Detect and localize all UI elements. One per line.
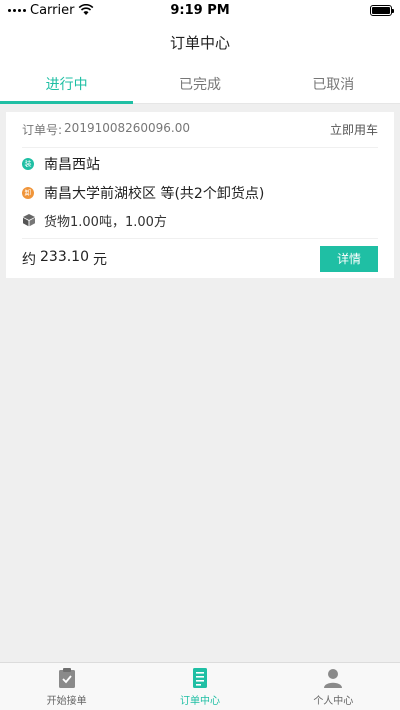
load-address-row: 装 南昌西站 [22, 150, 378, 178]
order-number-value: 20191008260096.00 [64, 121, 191, 135]
bottom-tab-personal-center[interactable]: 个人中心 [267, 663, 400, 710]
detail-button[interactable]: 详情 [320, 245, 378, 272]
order-tabs: 进行中 已完成 已取消 [0, 64, 400, 104]
order-number-label: 订单号: [22, 123, 63, 137]
load-badge-icon: 装 [22, 158, 34, 170]
list-document-icon [192, 667, 207, 688]
bottom-tab-label: 订单中心 [179, 695, 220, 707]
wifi-icon [79, 4, 94, 15]
status-time: 9:19 PM [170, 2, 230, 18]
price-prefix: 约 [22, 251, 36, 268]
goods-row: 货物1.00吨，1.00方 [22, 208, 378, 232]
bottom-tab-start-orders[interactable]: 开始接单 [0, 663, 133, 710]
order-card-header: 订单号: 20191008260096.00 立即用车 [22, 112, 378, 148]
person-icon [324, 668, 343, 688]
price-unit: 元 [93, 251, 107, 268]
carrier-label: Carrier [30, 2, 75, 18]
tab-in-progress[interactable]: 进行中 [0, 64, 134, 104]
bottom-tab-label: 个人中心 [313, 695, 354, 707]
order-card-footer: 约 233.10 元 详情 [22, 238, 378, 278]
bottom-tab-bar: 开始接单 订单中心 个人中心 [0, 662, 400, 710]
bottom-tab-order-center[interactable]: 订单中心 [133, 663, 266, 710]
tab-cancelled[interactable]: 已取消 [267, 64, 400, 103]
tab-completed[interactable]: 已完成 [133, 64, 266, 103]
page-title: 订单中心 [169, 33, 230, 52]
price-value: 233.10 [40, 248, 89, 265]
box-icon [23, 214, 35, 227]
price: 约 233.10 元 [22, 249, 107, 269]
signal-icon [8, 8, 26, 12]
bottom-tab-label: 开始接单 [46, 695, 87, 707]
battery-icon [370, 4, 394, 16]
status-bar: Carrier 9:19 PM [0, 0, 400, 20]
unload-address-row: 卸 南昌大学前湖校区 等(共2个卸货点) [22, 178, 378, 208]
clipboard-check-icon [58, 667, 75, 688]
unload-badge-icon: 卸 [22, 187, 34, 199]
load-address: 南昌西站 [44, 157, 100, 173]
goods-info: 货物1.00吨，1.00方 [44, 214, 167, 230]
unload-address: 南昌大学前湖校区 等(共2个卸货点) [44, 186, 265, 202]
order-number: 订单号: 20191008260096.00 [22, 121, 190, 138]
order-type: 立即用车 [329, 123, 378, 137]
nav-bar: 订单中心 [0, 20, 400, 64]
order-card[interactable]: 订单号: 20191008260096.00 立即用车 装 南昌西站 卸 南昌大… [6, 112, 394, 278]
